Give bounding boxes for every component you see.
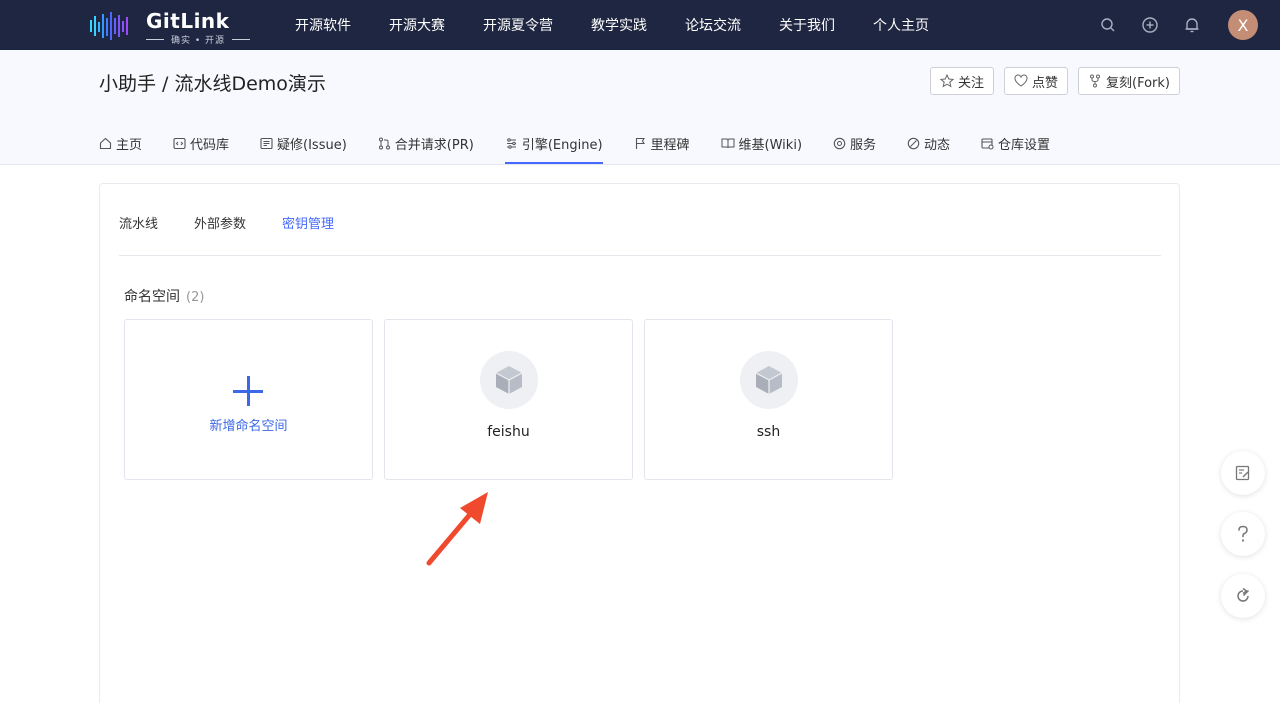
search-icon[interactable] [1098,15,1118,35]
namespace-name: ssh [756,424,781,440]
plus-icon [233,376,265,408]
tab-issue-label: 疑修(Issue) [277,137,347,153]
nav-actions: X [1076,0,1258,50]
nav-item-teaching[interactable]: 教学实践 [591,15,647,35]
service-icon [833,137,846,149]
logo-slogan: 确实 • 开源 [146,33,250,46]
watch-button[interactable]: 关注 [929,67,994,95]
add-icon[interactable] [1140,15,1160,35]
tab-wiki-label: 维基(Wiki) [738,137,803,153]
code-icon [173,137,186,149]
tab-pull-request-label: 合并请求(PR) [394,137,474,153]
namespace-heading: 命名空间 (2) [124,286,204,306]
repo-header: 小助手 / 流水线Demo演示 关注 点赞 复刻(Fork) 主页 代码库 疑修… [0,50,1280,165]
tab-activity-label: 动态 [924,137,951,153]
repo-tabs: 主页 代码库 疑修(Issue) 合并请求(PR) 引擎(Engine) 里程碑… [99,132,1081,165]
book-icon [721,138,735,148]
nav-item-summer-camp[interactable]: 开源夏令营 [483,15,553,35]
like-label: 点赞 [1031,75,1058,91]
subtab-external-params[interactable]: 外部参数 [194,213,246,232]
namespace-card-ssh[interactable]: ssh [644,319,893,480]
tab-service[interactable]: 服务 [833,132,876,154]
subtabs-divider [119,255,1161,256]
tab-issue[interactable]: 疑修(Issue) [260,132,347,154]
add-namespace-label: 新增命名空间 [209,419,288,434]
namespace-card-feishu[interactable]: feishu [384,319,633,480]
watch-label: 关注 [957,75,984,91]
nav-item-competition[interactable]: 开源大赛 [389,15,445,35]
subtab-pipeline[interactable]: 流水线 [119,213,158,232]
namespace-count: (2) [186,290,205,305]
cube-icon [740,351,798,409]
add-namespace-card[interactable]: 新增命名空间 [124,319,373,480]
nav-item-about[interactable]: 关于我们 [779,15,835,35]
tab-service-label: 服务 [850,137,877,153]
engine-panel: 流水线 外部参数 密钥管理 命名空间 (2) 新增命名空间 feishu ssh [99,183,1180,703]
refresh-icon [1237,587,1250,602]
logo-bars-icon [90,12,128,40]
tab-engine-label: 引擎(Engine) [521,137,603,153]
tab-home-label: 主页 [116,137,143,153]
activity-icon [907,137,920,149]
main-nav: 开源软件 开源大赛 开源夏令营 教学实践 论坛交流 关于我们 个人主页 [295,0,967,50]
nav-item-profile[interactable]: 个人主页 [873,15,929,35]
settings-icon [981,137,994,149]
tab-settings[interactable]: 仓库设置 [981,132,1050,154]
subtab-secret-management[interactable]: 密钥管理 [282,213,334,232]
gitlink-logo[interactable]: GitLink 确实 • 开源 [90,8,255,46]
like-button[interactable]: 点赞 [1003,67,1068,95]
flag-icon [635,137,645,149]
tab-code-label: 代码库 [190,137,230,153]
refresh-button[interactable] [1221,574,1265,618]
tab-home[interactable]: 主页 [99,132,142,154]
tab-code[interactable]: 代码库 [173,132,229,154]
tab-milestone-label: 里程碑 [650,137,690,153]
nav-item-forum[interactable]: 论坛交流 [685,15,741,35]
pull-request-icon [378,137,390,149]
tab-activity[interactable]: 动态 [907,132,950,154]
top-navbar: GitLink 确实 • 开源 开源软件 开源大赛 开源夏令营 教学实践 论坛交… [0,0,1280,50]
tab-pull-request[interactable]: 合并请求(PR) [378,132,474,154]
tab-milestone[interactable]: 里程碑 [634,132,690,154]
repo-actions: 关注 点赞 复刻(Fork) [920,67,1180,95]
question-icon [1238,525,1248,542]
annotation-arrow-icon [426,492,488,566]
tab-settings-label: 仓库设置 [998,137,1051,153]
feedback-button[interactable] [1221,451,1265,495]
tab-engine[interactable]: 引擎(Engine) [504,132,603,164]
heart-icon [1014,74,1028,87]
nav-item-open-source-software[interactable]: 开源软件 [295,15,351,35]
engine-subtabs: 流水线 外部参数 密钥管理 [119,213,370,232]
fork-label: 复刻(Fork) [1106,75,1170,91]
fork-icon [1090,74,1100,88]
edit-note-icon [1235,465,1250,481]
bell-icon[interactable] [1182,15,1202,35]
tab-wiki[interactable]: 维基(Wiki) [721,132,802,154]
repo-title[interactable]: 小助手 / 流水线Demo演示 [99,69,326,96]
help-button[interactable] [1221,512,1265,556]
namespace-title: 命名空间 [124,289,180,305]
cube-icon [480,351,538,409]
logo-brand-text: GitLink [146,9,230,33]
namespace-name: feishu [487,424,530,440]
star-icon [939,74,954,88]
home-icon [99,137,112,149]
issue-icon [260,137,273,149]
fork-button[interactable]: 复刻(Fork) [1078,67,1180,95]
engine-icon [506,137,516,149]
avatar[interactable]: X [1228,10,1258,40]
